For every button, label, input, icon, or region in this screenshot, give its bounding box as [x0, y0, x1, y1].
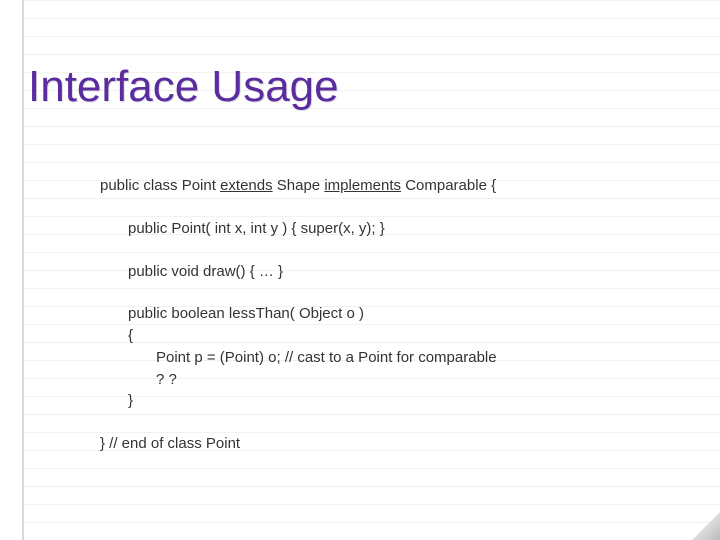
code-line: {	[100, 325, 690, 347]
code-line: public boolean lessThan( Object o )	[100, 303, 690, 325]
code-line: } // end of class Point	[100, 433, 690, 455]
code-line: }	[100, 390, 690, 412]
code-line: public void draw() { … }	[100, 261, 690, 283]
code-block: public class Point extends Shape impleme…	[100, 175, 690, 455]
keyword-implements: implements	[324, 177, 401, 194]
code-line: public Point( int x, int y ) { super(x, …	[100, 218, 690, 240]
code-line: ? ?	[100, 369, 690, 391]
page-corner-icon	[692, 512, 720, 540]
blank-line	[100, 282, 690, 303]
blank-line	[100, 412, 690, 433]
left-margin	[0, 0, 24, 540]
code-line: Point p = (Point) o; // cast to a Point …	[100, 347, 690, 369]
keyword-extends: extends	[220, 177, 273, 194]
code-text: Comparable {	[401, 177, 496, 194]
code-text: public class Point	[100, 177, 220, 194]
code-text: Shape	[273, 177, 325, 194]
slide-title: Interface Usage	[28, 62, 339, 112]
blank-line	[100, 240, 690, 261]
blank-line	[100, 197, 690, 218]
code-line: public class Point extends Shape impleme…	[100, 175, 690, 197]
